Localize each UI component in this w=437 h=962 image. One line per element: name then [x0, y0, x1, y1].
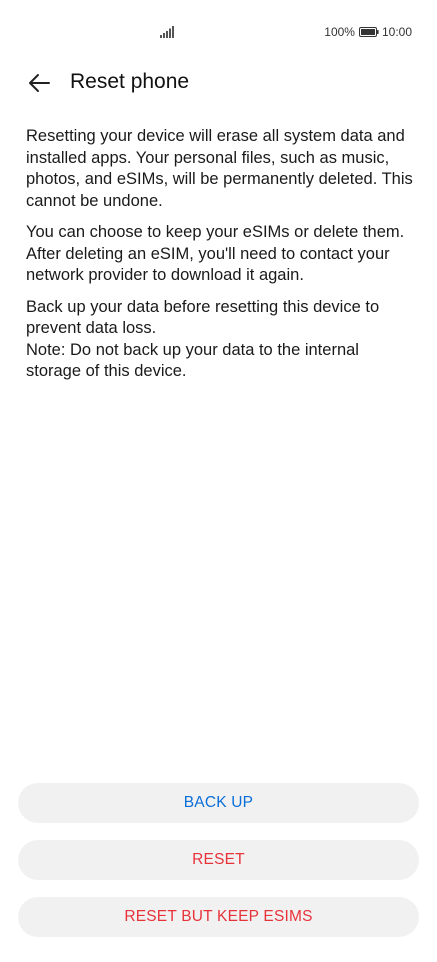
note-paragraph: Note: Do not back up your data to the in…	[26, 340, 359, 381]
battery-percent: 100%	[324, 25, 355, 39]
back-button[interactable]	[22, 68, 56, 98]
page-title: Reset phone	[70, 70, 190, 93]
description-paragraph: Resetting your device will erase all sys…	[26, 127, 413, 210]
back-up-button[interactable]: BACK UP	[18, 783, 419, 823]
status-right: 100% 10:00	[324, 25, 412, 39]
battery-full-icon	[358, 27, 379, 37]
signal-bars-icon	[160, 26, 174, 38]
content: Resetting your device will erase all sys…	[26, 126, 418, 383]
clock: 10:00	[381, 25, 412, 39]
reset-button[interactable]: RESET	[18, 840, 419, 880]
status-bar: 100% 10:00	[0, 0, 437, 64]
header: Reset phone	[0, 64, 437, 104]
arrow-left-icon	[29, 74, 50, 92]
description-paragraph: You can choose to keep your eSIMs or del…	[26, 223, 405, 284]
reset-keep-esims-button[interactable]: RESET BUT KEEP ESIMS	[18, 897, 419, 937]
description-paragraph: Back up your data before resetting this …	[26, 297, 380, 338]
